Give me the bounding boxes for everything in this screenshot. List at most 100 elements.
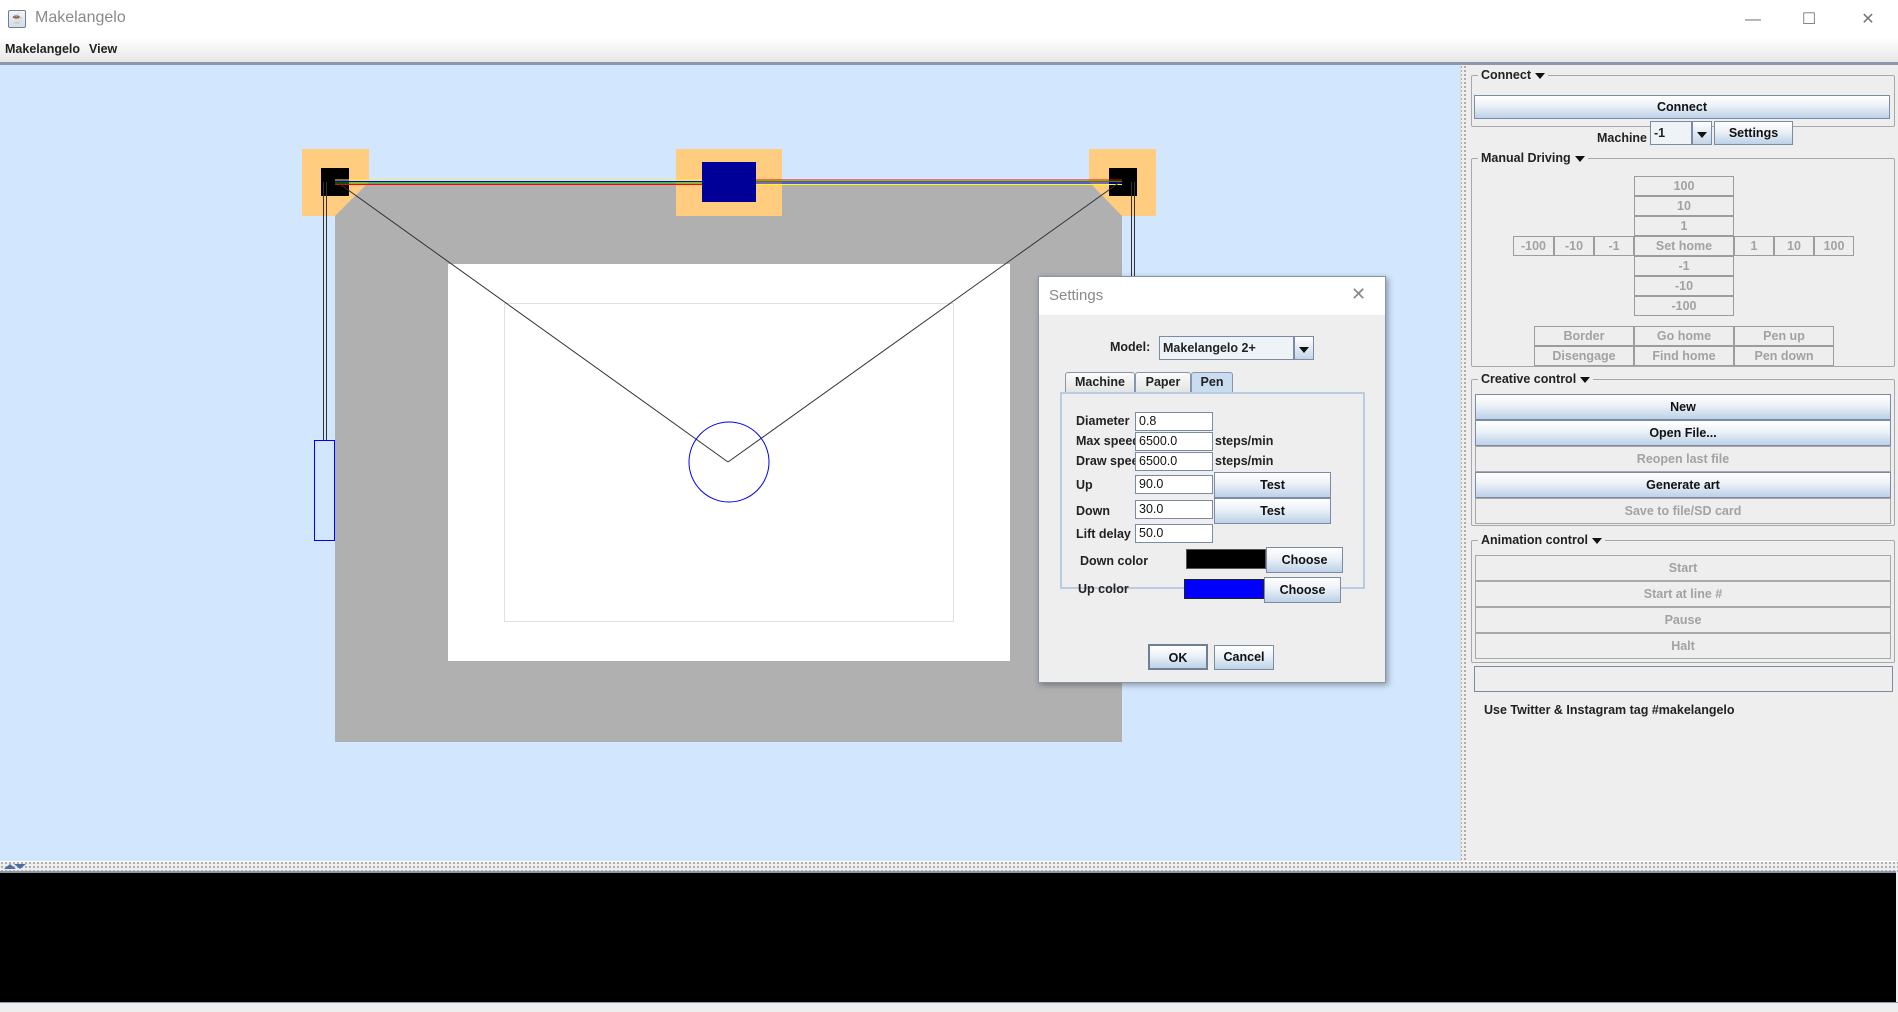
jog-x-minus-1[interactable]: -1 [1594, 236, 1634, 256]
open-file-button[interactable]: Open File... [1475, 420, 1891, 446]
machine-number-value: -1 [1650, 121, 1692, 145]
manual-driving-group: Manual Driving 100 10 1 -100 -10 -1 Set … [1471, 150, 1895, 367]
menu-bar: Makelangelo View [0, 38, 1898, 65]
set-home-button[interactable]: Set home [1634, 236, 1734, 256]
maximize-button[interactable]: ☐ [1786, 6, 1832, 34]
menu-makelangelo[interactable]: Makelangelo [5, 42, 80, 56]
pen-up-button[interactable]: Pen up [1734, 326, 1834, 346]
window-title-bar: ☕ Makelangelo — ☐ ✕ [0, 0, 1898, 38]
down-input[interactable]: 30.0 [1135, 500, 1213, 519]
close-icon: ✕ [1861, 11, 1875, 28]
jog-y-minus-100[interactable]: -100 [1634, 296, 1734, 316]
close-button[interactable]: ✕ [1845, 6, 1891, 34]
border-button[interactable]: Border [1534, 326, 1634, 346]
go-home-button[interactable]: Go home [1634, 326, 1734, 346]
max-speed-label: Max speed [1076, 434, 1140, 448]
connect-button[interactable]: Connect [1474, 95, 1890, 119]
tab-paper[interactable]: Paper [1135, 372, 1191, 392]
left-counterweight [314, 440, 335, 541]
control-panel: Connect Connect Machine # -1 Settings Ma… [1468, 65, 1898, 861]
animation-control-group-title[interactable]: Animation control [1478, 532, 1605, 548]
model-dropdown-button[interactable] [1294, 336, 1314, 360]
collapse-arrow-icon [1580, 376, 1591, 383]
diameter-label: Diameter [1076, 414, 1130, 428]
up-color-swatch [1184, 579, 1264, 599]
java-app-icon: ☕ [8, 10, 26, 28]
max-speed-units: steps/min [1215, 434, 1274, 448]
connect-group: Connect Connect [1471, 67, 1895, 127]
window-title: Makelangelo [35, 9, 126, 26]
chevron-down-icon [1697, 131, 1707, 138]
reopen-last-file-button[interactable]: Reopen last file [1475, 446, 1891, 472]
lift-delay-label: Lift delay [1076, 527, 1131, 541]
machine-number-combo[interactable]: -1 [1642, 121, 1712, 145]
jog-x-minus-10[interactable]: -10 [1554, 236, 1594, 256]
paper [448, 264, 1010, 661]
menu-view[interactable]: View [89, 42, 117, 56]
halt-button[interactable]: Halt [1475, 633, 1891, 659]
ok-button[interactable]: OK [1148, 644, 1208, 670]
start-at-line-button[interactable]: Start at line # [1475, 581, 1891, 607]
draw-speed-units: steps/min [1215, 454, 1274, 468]
up-color-label: Up color [1078, 582, 1129, 596]
disengage-button[interactable]: Disengage [1534, 346, 1634, 366]
tab-pen[interactable]: Pen [1191, 372, 1233, 392]
machine-number-dropdown[interactable] [1692, 121, 1712, 145]
up-input[interactable]: 90.0 [1135, 475, 1213, 494]
model-select[interactable]: Makelangelo 2+ [1159, 336, 1294, 360]
animation-control-group: Animation control Start Start at line # … [1471, 532, 1895, 663]
dialog-title: Settings [1049, 287, 1104, 304]
minimize-icon: — [1745, 11, 1761, 28]
maximize-icon: ☐ [1801, 11, 1817, 28]
jog-y-plus-100[interactable]: 100 [1634, 176, 1734, 196]
creative-control-group: Creative control New Open File... Reopen… [1471, 371, 1895, 526]
generate-art-button[interactable]: Generate art [1475, 472, 1891, 498]
lift-delay-input[interactable]: 50.0 [1135, 524, 1213, 543]
jog-y-minus-1[interactable]: -1 [1634, 256, 1734, 276]
max-speed-input[interactable]: 6500.0 [1135, 432, 1213, 451]
pen-down-button[interactable]: Pen down [1734, 346, 1834, 366]
start-button[interactable]: Start [1475, 555, 1891, 581]
collapse-arrow-icon [1591, 537, 1602, 544]
jog-y-plus-10[interactable]: 10 [1634, 196, 1734, 216]
pause-button[interactable]: Pause [1475, 607, 1891, 633]
expand-down-icon[interactable] [14, 864, 26, 869]
social-tag-label: Use Twitter & Instagram tag #makelangelo [1484, 703, 1735, 717]
dialog-title-bar[interactable]: Settings ✕ [1039, 277, 1385, 315]
find-home-button[interactable]: Find home [1634, 346, 1734, 366]
manual-driving-group-title[interactable]: Manual Driving [1478, 150, 1588, 166]
close-icon: ✕ [1351, 284, 1367, 304]
test-down-button[interactable]: Test [1214, 498, 1331, 524]
pen-holder [702, 162, 756, 202]
jog-y-minus-10[interactable]: -10 [1634, 276, 1734, 296]
machine-settings-button[interactable]: Settings [1714, 121, 1793, 145]
down-color-label: Down color [1080, 554, 1149, 568]
diameter-input[interactable]: 0.8 [1135, 412, 1213, 431]
new-button[interactable]: New [1475, 394, 1891, 420]
tab-machine[interactable]: Machine [1065, 372, 1135, 392]
connect-group-title[interactable]: Connect [1478, 67, 1548, 83]
console-log[interactable] [0, 871, 1896, 1003]
jog-x-plus-10[interactable]: 10 [1774, 236, 1814, 256]
down-color-swatch [1186, 549, 1266, 569]
choose-down-color-button[interactable]: Choose [1266, 547, 1343, 573]
jog-x-minus-100[interactable]: -100 [1513, 236, 1554, 256]
minimize-button[interactable]: — [1730, 6, 1776, 34]
jog-y-plus-1[interactable]: 1 [1634, 216, 1734, 236]
creative-control-group-title[interactable]: Creative control [1478, 371, 1594, 387]
collapse-arrow-icon [1574, 155, 1585, 162]
collapse-arrow-icon [1535, 72, 1545, 79]
save-to-file-button[interactable]: Save to file/SD card [1475, 498, 1891, 524]
jog-x-plus-100[interactable]: 100 [1814, 236, 1854, 256]
chevron-down-icon [1299, 346, 1309, 353]
choose-up-color-button[interactable]: Choose [1264, 577, 1341, 603]
cancel-button[interactable]: Cancel [1214, 645, 1274, 670]
draw-speed-input[interactable]: 6500.0 [1135, 452, 1213, 471]
test-up-button[interactable]: Test [1214, 472, 1331, 498]
status-text-field[interactable] [1474, 666, 1893, 692]
jog-x-plus-1[interactable]: 1 [1734, 236, 1774, 256]
model-select-value: Makelangelo 2+ [1159, 336, 1294, 360]
settings-tabs: Machine Paper Pen [1061, 372, 1361, 392]
up-label: Up [1076, 478, 1093, 492]
dialog-close-button[interactable]: ✕ [1351, 284, 1366, 305]
